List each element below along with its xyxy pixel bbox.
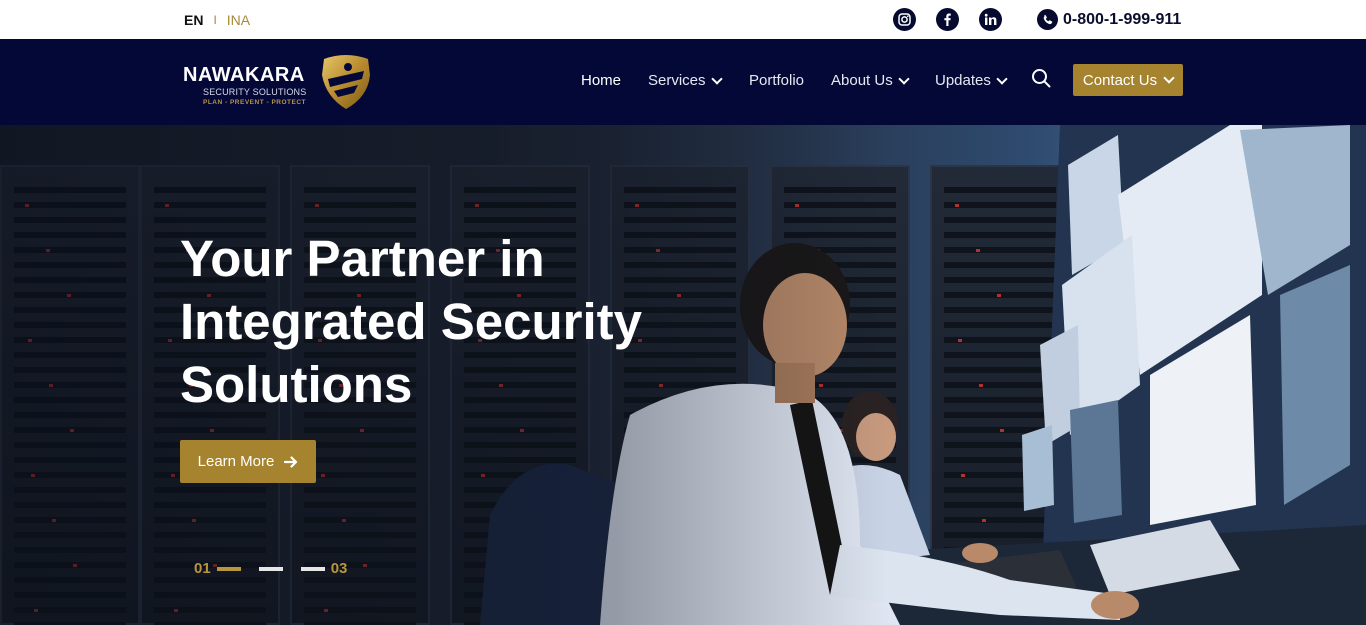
slide-current-number: 01 [194, 560, 211, 577]
arrow-right-icon [284, 455, 298, 468]
chevron-down-icon [996, 72, 1008, 85]
lang-ina-link[interactable]: INA [227, 12, 250, 28]
slide-dot-1[interactable] [216, 566, 241, 571]
phone-icon [1037, 9, 1058, 30]
language-switcher: EN I INA [184, 12, 250, 28]
nav-about-label: About Us [831, 72, 893, 89]
hero-banner: Your Partner in Integrated Security Solu… [0, 125, 1366, 625]
contact-us-button[interactable]: Contact Us [1073, 64, 1183, 96]
search-icon[interactable] [1031, 68, 1051, 88]
nav-updates[interactable]: Updates [935, 72, 1008, 89]
lang-en-link[interactable]: EN [184, 12, 203, 28]
nav-updates-label: Updates [935, 72, 991, 89]
phone-contact[interactable]: 0-800-1-999-911 [1037, 9, 1181, 30]
nav-services-label: Services [648, 72, 706, 89]
nav-portfolio[interactable]: Portfolio [749, 72, 804, 89]
hero-title: Your Partner in Integrated Security Solu… [180, 230, 642, 413]
lang-separator: I [213, 13, 217, 27]
nav-home[interactable]: Home [581, 72, 621, 89]
logo-subtitle: SECURITY SOLUTIONS [203, 87, 307, 97]
nav-portfolio-label: Portfolio [749, 72, 805, 89]
nav-services[interactable]: Services [648, 72, 723, 89]
top-bar: EN I INA 0-800-1-999-911 [0, 0, 1366, 39]
slide-dot-3[interactable] [300, 566, 325, 571]
social-links [893, 8, 1002, 31]
nav-home-label: Home [581, 72, 622, 89]
logo-tagline: PLAN - PREVENT - PROTECT [203, 99, 307, 106]
chevron-down-icon [898, 72, 910, 85]
instagram-icon[interactable] [893, 8, 916, 31]
facebook-icon[interactable] [936, 8, 959, 31]
slide-total-number: 03 [330, 560, 348, 577]
linkedin-icon[interactable] [979, 8, 1002, 31]
chevron-down-icon [710, 72, 723, 85]
slide-dot-2[interactable] [258, 566, 283, 571]
phone-number[interactable]: 0-800-1-999-911 [1063, 11, 1181, 29]
nav-about[interactable]: About Us [831, 72, 910, 89]
shield-emblem-icon [322, 55, 370, 109]
chevron-down-icon [1163, 72, 1175, 84]
learn-more-label: Learn More [197, 453, 275, 470]
logo-brand: NAWAKARA [183, 64, 305, 86]
main-navbar: NAWAKARA SECURITY SOLUTIONS PLAN - PREVE… [0, 39, 1366, 125]
site-logo[interactable]: NAWAKARA SECURITY SOLUTIONS PLAN - PREVE… [183, 53, 383, 113]
slide-indicator: 01 03 [194, 560, 347, 577]
learn-more-button[interactable]: Learn More [180, 440, 316, 483]
contact-us-label: Contact Us [1082, 71, 1158, 89]
